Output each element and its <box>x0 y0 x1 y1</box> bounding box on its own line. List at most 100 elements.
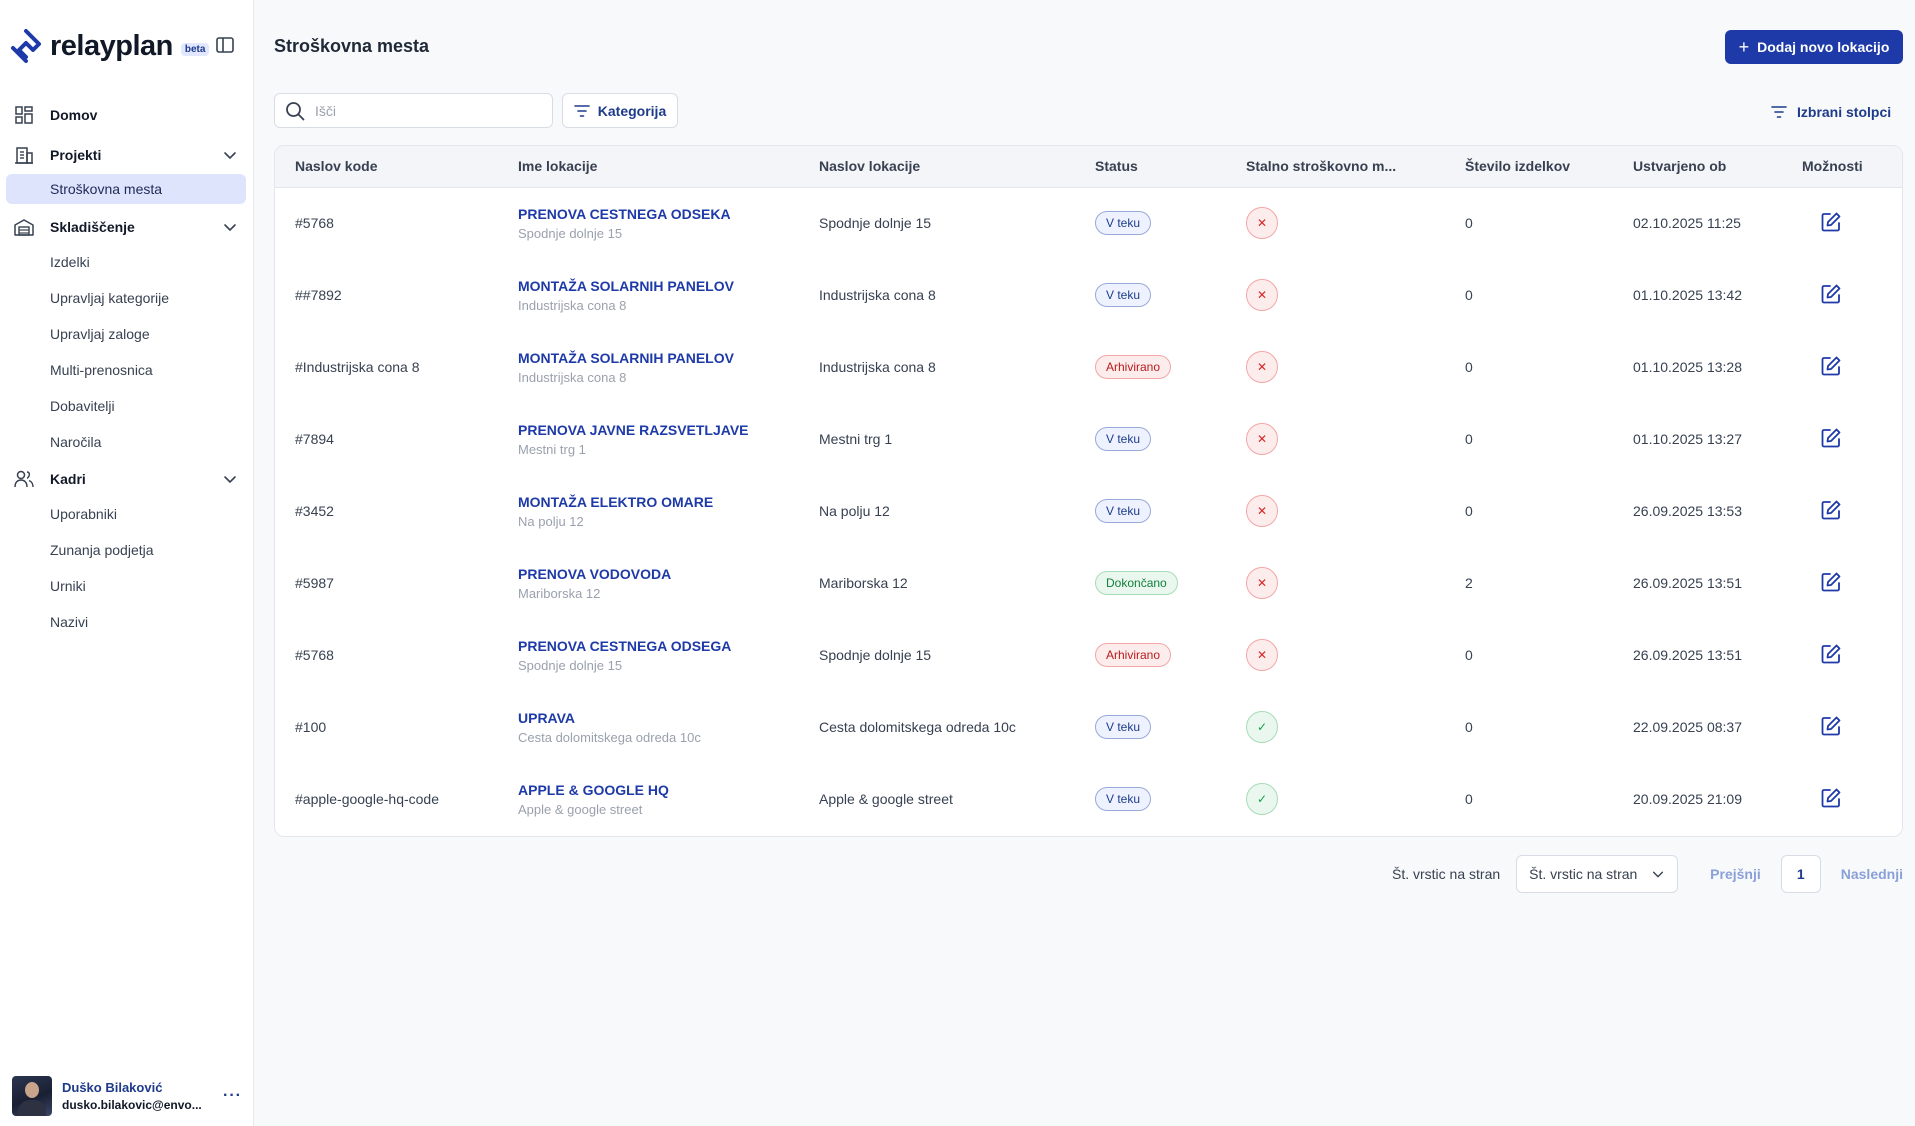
created-at: 22.09.2025 08:37 <box>1633 719 1742 735</box>
location-address: Mariborska 12 <box>819 575 908 591</box>
sidebar-item-uporabniki[interactable]: Uporabniki <box>0 496 254 532</box>
column-header[interactable]: Ustvarjeno ob <box>1613 146 1782 187</box>
sidebar-item-narocila[interactable]: Naročila <box>0 424 254 460</box>
location-address: Industrijska cona 8 <box>819 359 936 375</box>
actions-cell <box>1782 763 1902 835</box>
edit-icon[interactable] <box>1820 427 1842 449</box>
sidebar-item-zunanja-podjetja[interactable]: Zunanja podjetja <box>0 532 254 568</box>
search-box[interactable] <box>274 93 553 128</box>
location-address: Mestni trg 1 <box>819 431 893 447</box>
location-name-link[interactable]: PRENOVA VODOVODA <box>518 566 799 582</box>
location-name-link[interactable]: MONTAŽA SOLARNIH PANELOV <box>518 278 799 294</box>
location-name-link[interactable]: PRENOVA CESTNEGA ODSEGA <box>518 638 799 654</box>
x-icon: ✕ <box>1246 567 1278 599</box>
product-count: 0 <box>1465 791 1473 807</box>
selected-columns-button[interactable]: Izbrani stolpci <box>1771 101 1891 123</box>
actions-cell <box>1782 187 1902 259</box>
more-options-icon[interactable]: ··· <box>223 1087 242 1105</box>
chevron-down-icon[interactable] <box>222 219 238 235</box>
sidebar-item-izdelki[interactable]: Izdelki <box>0 244 254 280</box>
rows-per-page-value: Št. vrstic na stran <box>1529 866 1638 882</box>
created-cell: 26.09.2025 13:53 <box>1613 475 1782 547</box>
x-icon: ✕ <box>1246 495 1278 527</box>
edit-icon[interactable] <box>1820 355 1842 377</box>
edit-icon[interactable] <box>1820 715 1842 737</box>
table-row[interactable]: #Industrijska cona 8 MONTAŽA SOLARNIH PAN… <box>275 331 1902 403</box>
sidebar-item-upravljaj-kategorije[interactable]: Upravljaj kategorije <box>0 280 254 316</box>
warehouse-icon <box>14 217 34 237</box>
brand[interactable]: relayplan beta <box>8 26 210 66</box>
count-cell: 2 <box>1445 547 1613 619</box>
location-name-link[interactable]: UPRAVA <box>518 710 799 726</box>
category-filter-button[interactable]: Kategorija <box>562 93 678 128</box>
sidebar: relayplan beta Domov Projekti Stroškovna… <box>0 0 254 1126</box>
created-at: 02.10.2025 11:25 <box>1633 215 1741 232</box>
chevron-down-icon[interactable] <box>222 471 238 487</box>
user-email: dusko.bilakovic@envo... <box>62 1098 202 1112</box>
actions-cell <box>1782 475 1902 547</box>
column-header[interactable]: Stalno stroškovno m... <box>1226 146 1445 187</box>
table-row[interactable]: #3452 MONTAŽA ELEKTRO OMARE Na polju 12 Na … <box>275 475 1902 547</box>
edit-icon[interactable] <box>1820 499 1842 521</box>
category-filter-label: Kategorija <box>597 102 667 119</box>
user-card[interactable]: Duško Bilaković dusko.bilakovic@envo... … <box>12 1074 242 1118</box>
created-at: 01.10.2025 13:28 <box>1633 359 1742 375</box>
sidebar-toggle-icon[interactable] <box>215 35 235 55</box>
sidebar-item-upravljaj-zaloge[interactable]: Upravljaj zaloge <box>0 316 254 352</box>
table-row[interactable]: #7894 PRENOVA JAVNE RAZSVETLJAVE Mestni tr… <box>275 403 1902 475</box>
add-location-button[interactable]: + Dodaj novo lokacijo <box>1725 30 1903 64</box>
table-row[interactable]: #5768 PRENOVA CESTNEGA ODSEGA Spodnje doln… <box>275 619 1902 691</box>
column-header[interactable]: Naslov kode <box>275 146 498 187</box>
nav-group-label: Domov <box>50 107 98 123</box>
users-icon <box>14 469 34 489</box>
code-cell: #3452 <box>275 475 498 547</box>
location-code: #5987 <box>295 575 334 591</box>
table-row[interactable]: ##7892 MONTAŽA SOLARNIH PANELOV Industrijs… <box>275 259 1902 331</box>
sidebar-item-stroskovna-mesta[interactable]: Stroškovna mesta <box>6 174 246 204</box>
status-badge: Arhivirano <box>1095 643 1172 667</box>
nav-group-projekti[interactable]: Projekti <box>0 138 254 172</box>
sidebar-item-urniki[interactable]: Urniki <box>0 568 254 604</box>
filter-icon <box>573 104 590 117</box>
edit-icon[interactable] <box>1820 211 1842 233</box>
nav-group-skladiscenje[interactable]: Skladiščenje <box>0 210 254 244</box>
previous-page-button[interactable]: Prejšnji <box>1710 866 1761 882</box>
brand-name: relayplan <box>50 29 173 62</box>
table-row[interactable]: #5987 PRENOVA VODOVODA Mariborska 12 Maribo… <box>275 547 1902 619</box>
nav-group-domov[interactable]: Domov <box>0 98 254 132</box>
status-cell: V teku <box>1075 259 1226 331</box>
name-cell: MONTAŽA ELEKTRO OMARE Na polju 12 <box>498 475 799 547</box>
search-input[interactable] <box>315 102 535 119</box>
location-name-link[interactable]: APPLE & GOOGLE HQ <box>518 782 799 798</box>
table-row[interactable]: #5768 PRENOVA CESTNEGA ODSEKA Spodnje doln… <box>275 187 1902 259</box>
rows-per-page-select[interactable]: Št. vrstic na stran <box>1516 855 1679 893</box>
table-row[interactable]: #apple-google-hq-code APPLE & GOOGLE HQ Ap… <box>275 763 1902 835</box>
actions-cell <box>1782 691 1902 763</box>
column-header[interactable]: Število izdelkov <box>1445 146 1613 187</box>
status-cell: V teku <box>1075 691 1226 763</box>
chevron-down-icon[interactable] <box>222 147 238 163</box>
check-icon: ✓ <box>1246 711 1278 743</box>
sidebar-item-multi-prenosnica[interactable]: Multi-prenosnica <box>0 352 254 388</box>
edit-icon[interactable] <box>1820 643 1842 665</box>
sidebar-item-nazivi[interactable]: Nazivi <box>0 604 254 640</box>
nav-group-kadri[interactable]: Kadri <box>0 462 254 496</box>
relayplan-logo-icon <box>11 29 41 63</box>
name-cell: UPRAVA Cesta dolomitskega odreda 10c <box>498 691 799 763</box>
next-page-button[interactable]: Naslednji <box>1841 866 1903 882</box>
location-name-link[interactable]: MONTAŽA SOLARNIH PANELOV <box>518 350 799 366</box>
count-cell: 0 <box>1445 691 1613 763</box>
edit-icon[interactable] <box>1820 787 1842 809</box>
edit-icon[interactable] <box>1820 571 1842 593</box>
location-name-link[interactable]: PRENOVA CESTNEGA ODSEKA <box>518 206 799 222</box>
table-row[interactable]: #100 UPRAVA Cesta dolomitskega odreda 10c C… <box>275 691 1902 763</box>
column-header[interactable]: Ime lokacije <box>498 146 799 187</box>
edit-icon[interactable] <box>1820 283 1842 305</box>
page-number-button[interactable]: 1 <box>1780 855 1821 893</box>
location-name-link[interactable]: PRENOVA JAVNE RAZSVETLJAVE <box>518 422 799 438</box>
column-header[interactable]: Status <box>1075 146 1226 187</box>
sidebar-item-dobavitelji[interactable]: Dobavitelji <box>0 388 254 424</box>
created-cell: 26.09.2025 13:51 <box>1613 619 1782 691</box>
column-header[interactable]: Naslov lokacije <box>799 146 1075 187</box>
location-name-link[interactable]: MONTAŽA ELEKTRO OMARE <box>518 494 799 510</box>
